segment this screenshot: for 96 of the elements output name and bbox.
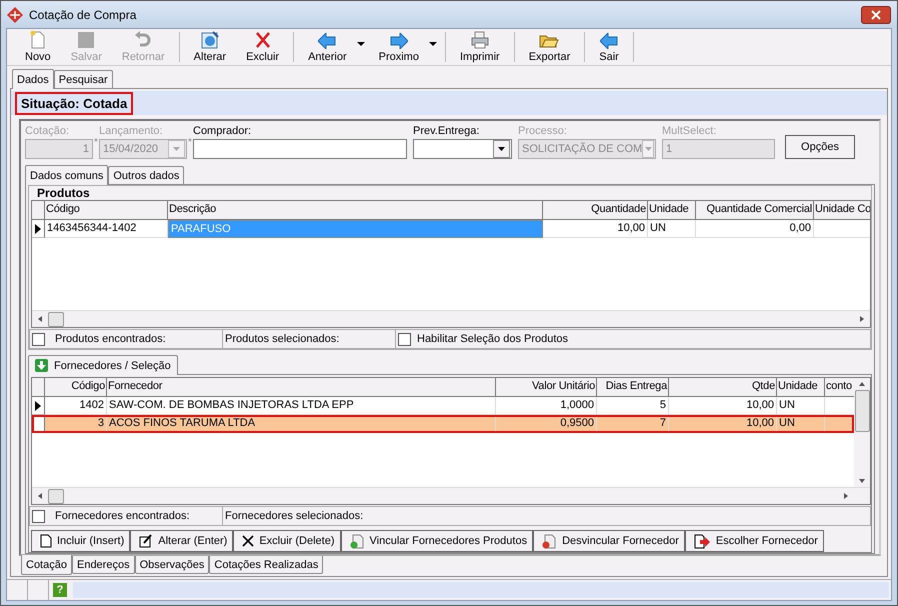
footer-label: Fornecedores selecionados: (225, 510, 364, 522)
table-cell: 3 (45, 415, 107, 433)
column-header[interactable]: Código (45, 378, 107, 397)
toolbar-button[interactable]: Sair (589, 29, 629, 65)
table-cell: UN (777, 415, 825, 433)
close-icon (871, 10, 881, 20)
field-label: MultSelect: (662, 125, 718, 137)
globe-icon (200, 31, 219, 49)
toolbar-button[interactable]: Excluir (236, 29, 290, 65)
action-button[interactable]: Escolher Fornecedor (684, 530, 824, 552)
tab[interactable]: Dados (12, 69, 54, 89)
toolbar-button[interactable]: Alterar (184, 29, 236, 65)
left-arrow-icon (318, 33, 336, 49)
document-icon (30, 31, 46, 49)
document-arrow-icon (694, 534, 711, 548)
printer-icon (470, 31, 489, 49)
field-label: Prev.Entrega: (413, 125, 480, 137)
table-cell: 0,9500 (496, 415, 597, 433)
input-field[interactable] (413, 139, 512, 159)
document-check-icon (350, 534, 365, 548)
field-label: Comprador: (193, 125, 252, 137)
square-icon (78, 31, 94, 49)
table-cell: PARAFUSO (168, 220, 543, 238)
required-mark: * (93, 137, 99, 148)
close-button[interactable] (861, 6, 891, 24)
footer-label: Habilitar Seleção dos Produtos (417, 333, 568, 345)
column-header[interactable]: conto (825, 378, 854, 397)
required-mark: * (187, 137, 193, 148)
checkbox[interactable] (32, 510, 45, 522)
tab[interactable]: Dados comuns (25, 165, 108, 185)
table-cell: 10,00 (543, 220, 648, 238)
field-label: Lançamento: (99, 125, 164, 137)
delete-icon (242, 535, 254, 547)
scroll-thumb[interactable] (854, 390, 870, 432)
action-button[interactable]: Alterar (Enter) (130, 530, 234, 552)
table-cell: 10,00 (669, 415, 777, 433)
tab[interactable]: Outros dados (108, 166, 184, 184)
table-row[interactable]: 1463456344-1402 PARAFUSO 10,00 UN 0,00 (32, 220, 870, 238)
tab[interactable]: Observações (134, 556, 210, 574)
table-cell: 0,00 (696, 220, 814, 238)
right-arrow-icon (390, 33, 408, 49)
column-header[interactable]: Unidade (777, 378, 825, 397)
tab[interactable]: Endereços (72, 556, 135, 574)
column-header[interactable]: Qtde (669, 378, 777, 397)
left-arrow-icon (600, 33, 618, 49)
tab[interactable]: Cotações Realizadas (209, 556, 324, 574)
footer-label: Fornecedores encontrados: (55, 510, 190, 522)
undo-icon (135, 31, 152, 49)
help-icon[interactable]: ? (53, 583, 67, 597)
checkbox[interactable] (398, 332, 411, 346)
footer-label: Produtos encontrados: (55, 333, 166, 345)
column-header[interactable]: Dias Entrega (597, 378, 669, 397)
column-header[interactable]: Valor Unitário (496, 378, 597, 397)
toolbar-button[interactable]: Novo (15, 29, 61, 65)
tab[interactable]: Pesquisar (54, 70, 113, 88)
column-header[interactable]: Quantidade (543, 201, 648, 220)
section-title: Produtos (36, 186, 91, 200)
vertical-scrollbar[interactable] (854, 378, 870, 487)
app-logo-icon (7, 6, 23, 22)
input-field[interactable] (193, 139, 407, 159)
column-header[interactable]: Descrição (168, 201, 543, 220)
table-cell: 7 (597, 415, 669, 433)
options-button[interactable]: Opções (785, 135, 855, 159)
column-header[interactable]: Código (45, 201, 168, 220)
delete-icon (254, 31, 271, 49)
scroll-thumb[interactable] (48, 312, 64, 326)
action-button[interactable]: Vincular Fornecedores Produtos (340, 530, 534, 552)
toolbar-button[interactable]: Anterior (298, 29, 357, 65)
down-arrow-icon (35, 359, 48, 372)
field-label: Processo: (518, 125, 568, 137)
footer-label: Produtos selecionados: (225, 333, 340, 345)
table-row[interactable]: 3 ACOS FINOS TARUMA LTDA 0,9500 7 10,00 UN (32, 415, 854, 433)
column-header[interactable]: Fornecedor (107, 378, 496, 397)
action-button[interactable]: Desvincular Fornecedor (533, 530, 685, 552)
dropdown-icon[interactable] (493, 140, 510, 158)
action-button[interactable]: Excluir (Delete) (233, 530, 341, 552)
toolbar-button[interactable]: Imprimir (450, 29, 510, 65)
pencil-icon (139, 534, 154, 548)
document-remove-icon (542, 534, 558, 548)
document-icon (40, 534, 52, 548)
toolbar-button[interactable]: Proximo (368, 29, 429, 65)
field-label: Cotação: (25, 125, 70, 137)
table-cell: ACOS FINOS TARUMA LTDA (107, 415, 496, 433)
toolbar-button[interactable]: Exportar (518, 29, 580, 65)
horizontal-scrollbar[interactable] (32, 310, 870, 327)
scroll-thumb[interactable] (48, 488, 64, 504)
action-button[interactable]: Incluir (Insert) (31, 530, 130, 552)
column-header[interactable]: Unidade (648, 201, 696, 220)
window-title: Cotação de Compra (29, 8, 136, 22)
tab[interactable]: Fornecedores / Seleção (28, 355, 178, 375)
status-label: Situação: Cotada (15, 92, 134, 114)
table-cell: UN (648, 220, 696, 238)
column-header[interactable]: Quantidade Comercial (696, 201, 814, 220)
tab[interactable]: Cotação (21, 555, 72, 575)
horizontal-scrollbar[interactable] (32, 487, 870, 504)
checkbox[interactable] (32, 332, 45, 346)
